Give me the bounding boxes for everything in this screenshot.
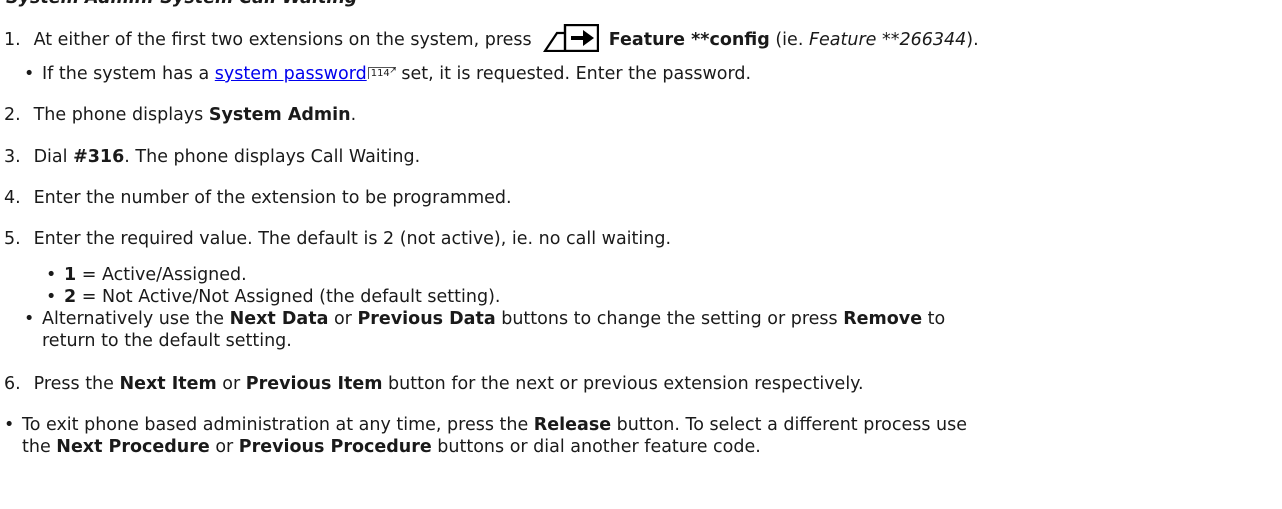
button-name: Previous Item bbox=[245, 374, 383, 394]
option-value: 2 bbox=[64, 287, 77, 307]
note-text: to bbox=[922, 309, 946, 329]
feature-code-example: Feature **266344 bbox=[808, 30, 967, 50]
button-name: Next Item bbox=[119, 374, 217, 394]
step-number: 3. bbox=[4, 147, 21, 167]
system-password-link[interactable]: system password bbox=[215, 64, 367, 84]
bullet-icon: • bbox=[4, 415, 15, 435]
option-text: = Active/Assigned. bbox=[76, 265, 247, 285]
display-text: System Admin bbox=[208, 105, 351, 125]
note-text: Alternatively use the bbox=[42, 309, 230, 329]
feature-button-icon bbox=[543, 24, 600, 52]
step-3: 3. Dial #316. The phone displays Call Wa… bbox=[4, 146, 420, 168]
step-5-alternative-cont: return to the default setting. bbox=[42, 330, 292, 352]
step-number: 5. bbox=[4, 229, 21, 249]
button-name: Next Procedure bbox=[56, 437, 210, 457]
step-number: 6. bbox=[4, 374, 21, 394]
exit-note-cont: the Next Procedure or Previous Procedure… bbox=[22, 436, 761, 458]
note-text: the bbox=[22, 437, 57, 457]
note-text: button. To select a different process us… bbox=[611, 415, 968, 435]
note-text: or bbox=[209, 437, 239, 457]
button-name: Release bbox=[533, 415, 612, 435]
step-text: (ie. bbox=[769, 30, 809, 50]
step-6: 6. Press the Next Item or Previous Item … bbox=[4, 373, 864, 395]
step-text: Enter the number of the extension to be … bbox=[33, 188, 512, 208]
exit-note: • To exit phone based administration at a… bbox=[4, 414, 967, 436]
note-text: buttons or dial another feature code. bbox=[431, 437, 761, 457]
step-5: 5. Enter the required value. The default… bbox=[4, 228, 671, 250]
button-name: Previous Data bbox=[357, 309, 496, 329]
note-text: If the system has a bbox=[42, 64, 215, 84]
cut-heading: System Admin: System Call Waiting bbox=[6, 0, 357, 9]
button-name: Remove bbox=[843, 309, 923, 329]
step-1: 1. At either of the first two extensions… bbox=[4, 24, 979, 52]
step-text: Press the bbox=[33, 374, 120, 394]
step-text: Dial bbox=[33, 147, 74, 167]
button-name: Next Data bbox=[229, 309, 329, 329]
step-number: 2. bbox=[4, 105, 21, 125]
step-1-note: • If the system has a system password 114 ↗… bbox=[24, 63, 751, 85]
step-text: or bbox=[216, 374, 246, 394]
step-4: 4. Enter the number of the extension to … bbox=[4, 187, 512, 209]
step-text: Enter the required value. The default is… bbox=[33, 229, 672, 249]
step-text: At either of the first two extensions on… bbox=[33, 30, 532, 50]
step-text: button for the next or previous extensio… bbox=[382, 374, 864, 394]
step-text: . The phone displays Call Waiting. bbox=[124, 147, 421, 167]
note-text: set, it is requested. Enter the password… bbox=[395, 64, 752, 84]
step-text: The phone displays bbox=[33, 105, 209, 125]
step-number: 4. bbox=[4, 188, 21, 208]
note-text: buttons to change the setting or press bbox=[495, 309, 844, 329]
step-text: ). bbox=[966, 30, 979, 50]
note-text: To exit phone based administration at an… bbox=[22, 415, 534, 435]
option-value: 1 bbox=[64, 265, 77, 285]
page-reference[interactable]: 114 ↗ bbox=[367, 66, 397, 79]
option-not-active: • 2 = Not Active/Not Assigned (the defaul… bbox=[46, 286, 500, 308]
feature-code: Feature **config bbox=[608, 30, 770, 50]
option-active: • 1 = Active/Assigned. bbox=[46, 264, 247, 286]
reference-arrow-icon: ↗ bbox=[389, 66, 397, 76]
step-number: 1. bbox=[4, 30, 21, 50]
bullet-icon: • bbox=[24, 309, 35, 329]
bullet-icon: • bbox=[46, 265, 57, 285]
bullet-icon: • bbox=[24, 64, 35, 84]
bullet-icon: • bbox=[46, 287, 57, 307]
note-text: or bbox=[328, 309, 358, 329]
page-reference-number: 114 bbox=[370, 68, 390, 79]
step-2: 2. The phone displays System Admin. bbox=[4, 104, 356, 126]
step-5-alternative: • Alternatively use the Next Data or Prev… bbox=[24, 308, 945, 330]
note-text: return to the default setting. bbox=[42, 331, 292, 351]
dial-code: #316 bbox=[73, 147, 125, 167]
step-text: . bbox=[350, 105, 357, 125]
button-name: Previous Procedure bbox=[238, 437, 432, 457]
option-text: = Not Active/Not Assigned (the default s… bbox=[76, 287, 501, 307]
